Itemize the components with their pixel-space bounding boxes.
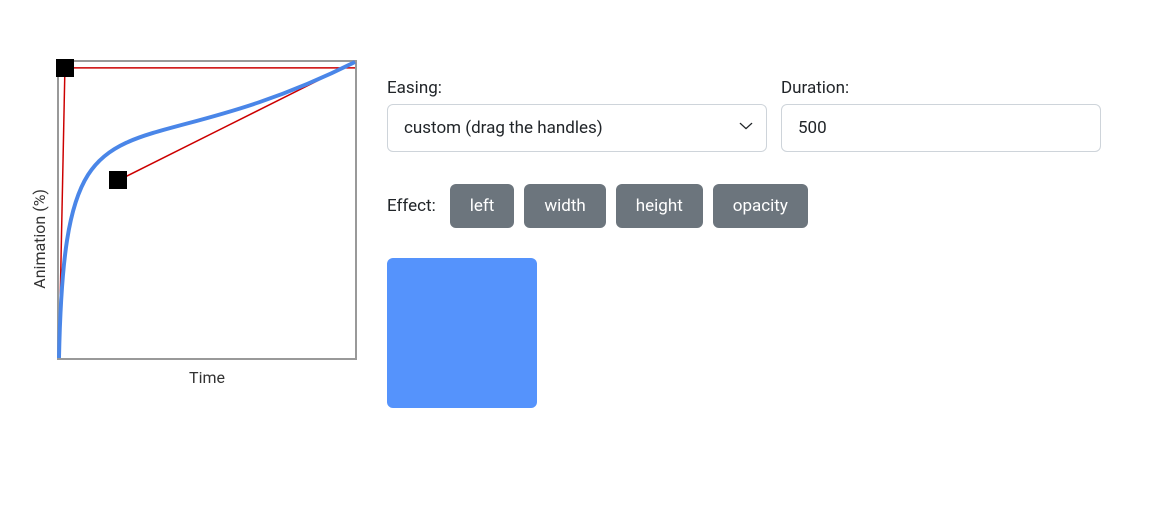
duration-field: Duration:	[781, 78, 1101, 152]
bezier-handle-1[interactable]	[56, 59, 74, 77]
easing-label: Easing:	[387, 78, 767, 98]
effect-height-button[interactable]: height	[616, 184, 703, 228]
effect-width-button[interactable]: width	[524, 184, 605, 228]
animation-easing-editor: Animation (%) Time Easing:	[0, 0, 1173, 448]
y-axis-label: Animation (%)	[30, 159, 49, 289]
effect-label: Effect:	[387, 196, 436, 216]
effect-opacity-button[interactable]: opacity	[713, 184, 808, 228]
easing-field: Easing: custom (drag the handles)	[387, 78, 767, 152]
effect-row: Effect: left width height opacity	[387, 184, 1133, 228]
inputs-row: Easing: custom (drag the handles) Durati…	[387, 78, 1133, 152]
graph-column: Animation (%) Time	[30, 60, 357, 387]
bezier-curve	[59, 62, 355, 358]
controls-column: Easing: custom (drag the handles) Durati…	[387, 60, 1133, 408]
graph-wrap: Time	[57, 60, 357, 387]
easing-select-wrap: custom (drag the handles)	[387, 104, 767, 152]
easing-select[interactable]: custom (drag the handles)	[387, 104, 767, 152]
easing-graph[interactable]	[57, 60, 357, 360]
easing-curve-svg	[59, 62, 355, 358]
duration-label: Duration:	[781, 78, 1101, 98]
x-axis-label: Time	[189, 368, 225, 387]
bezier-handle-2[interactable]	[109, 171, 127, 189]
effect-left-button[interactable]: left	[450, 184, 515, 228]
duration-input[interactable]	[781, 104, 1101, 152]
animation-preview-box	[387, 258, 537, 408]
